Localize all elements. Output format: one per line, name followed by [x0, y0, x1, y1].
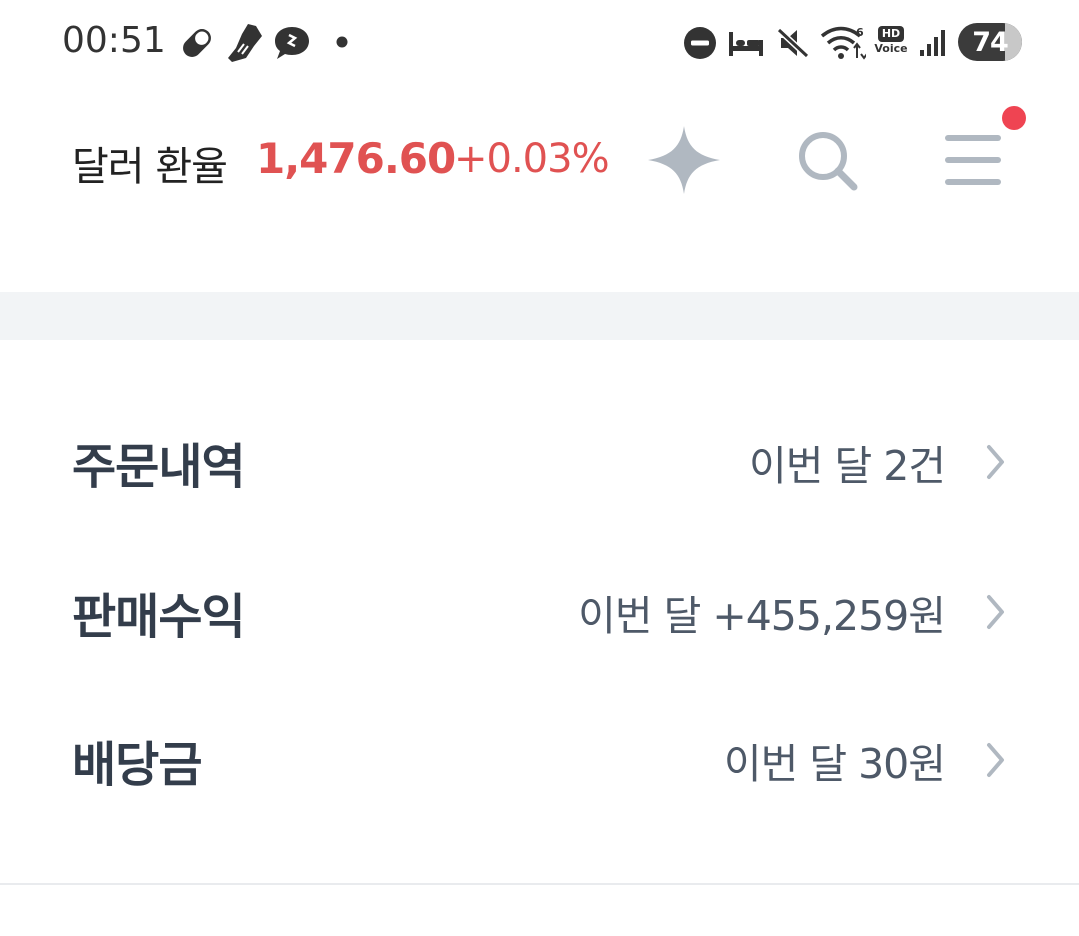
battery-icon: 74 — [958, 23, 1022, 61]
voice-label: Voice — [874, 42, 908, 55]
menu-icon[interactable] — [944, 134, 1002, 186]
do-not-disturb-icon — [684, 27, 716, 59]
row-title: 주문내역 — [72, 439, 246, 495]
chevron-right-icon — [987, 743, 1004, 777]
hd-label: HD — [878, 26, 904, 42]
row-value: 이번 달 2건 — [748, 442, 946, 490]
row-title: 판매수익 — [72, 589, 246, 645]
battery-level: 74 — [972, 26, 1009, 58]
notification-dot — [1002, 106, 1026, 130]
wifi-icon: 6 — [820, 26, 866, 60]
row-title: 배당금 — [72, 737, 202, 793]
chevron-right-icon — [987, 445, 1004, 479]
row-value: 이번 달 +455,259원 — [578, 592, 946, 640]
sparkle-icon[interactable] — [646, 124, 722, 196]
exchange-rate-label[interactable]: 달러 환율 — [72, 134, 228, 192]
signal-icon — [920, 30, 945, 56]
list-item-orders[interactable]: 주문내역 이번 달 2건 — [0, 402, 1079, 522]
status-time: 00:51 — [62, 20, 166, 61]
exchange-rate-change[interactable]: +0.03% — [454, 136, 610, 182]
hd-voice-icon: HD Voice — [873, 26, 909, 60]
chat-bubble-icon — [275, 27, 309, 59]
bottom-divider — [0, 883, 1079, 885]
bed-icon — [729, 32, 763, 56]
mute-icon — [776, 27, 810, 59]
chevron-right-icon — [987, 595, 1004, 629]
app-screen: 00:51 6 HD Voice 74 달러 환율 1,476.60 +0.03… — [0, 0, 1079, 936]
list-item-sales-profit[interactable]: 판매수익 이번 달 +455,259원 — [0, 552, 1079, 672]
wifi-badge: 6 — [856, 26, 864, 39]
section-divider — [0, 292, 1079, 340]
row-value: 이번 달 30원 — [723, 740, 946, 788]
status-bar: 00:51 6 HD Voice 74 — [0, 0, 1079, 84]
exchange-rate-value[interactable]: 1,476.60 — [256, 134, 456, 183]
dot-icon — [336, 36, 348, 48]
pill-icon — [183, 29, 211, 57]
search-icon[interactable] — [796, 130, 862, 192]
list-item-dividends[interactable]: 배당금 이번 달 30원 — [0, 700, 1079, 820]
shoe-icon — [228, 24, 262, 62]
